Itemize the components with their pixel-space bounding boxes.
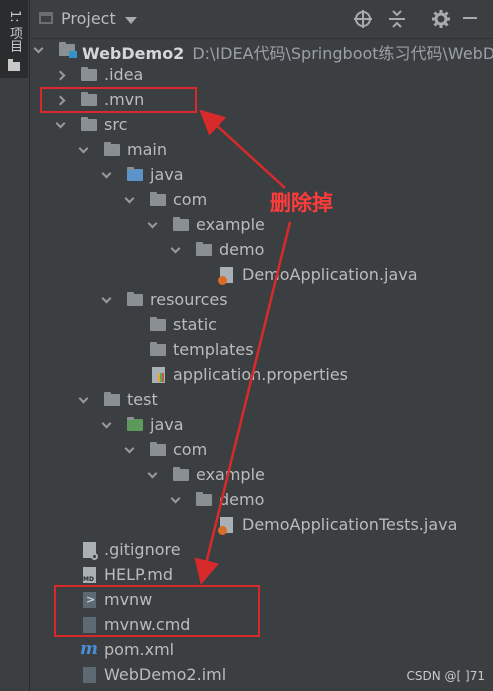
arrow-to-mvn: [199, 109, 286, 189]
watermark: CSDN @[ ]71: [406, 669, 485, 683]
annotation-label: 删除掉: [270, 191, 333, 215]
arrow-to-mvnw: [194, 221, 292, 585]
annotation-arrows: [194, 109, 292, 585]
